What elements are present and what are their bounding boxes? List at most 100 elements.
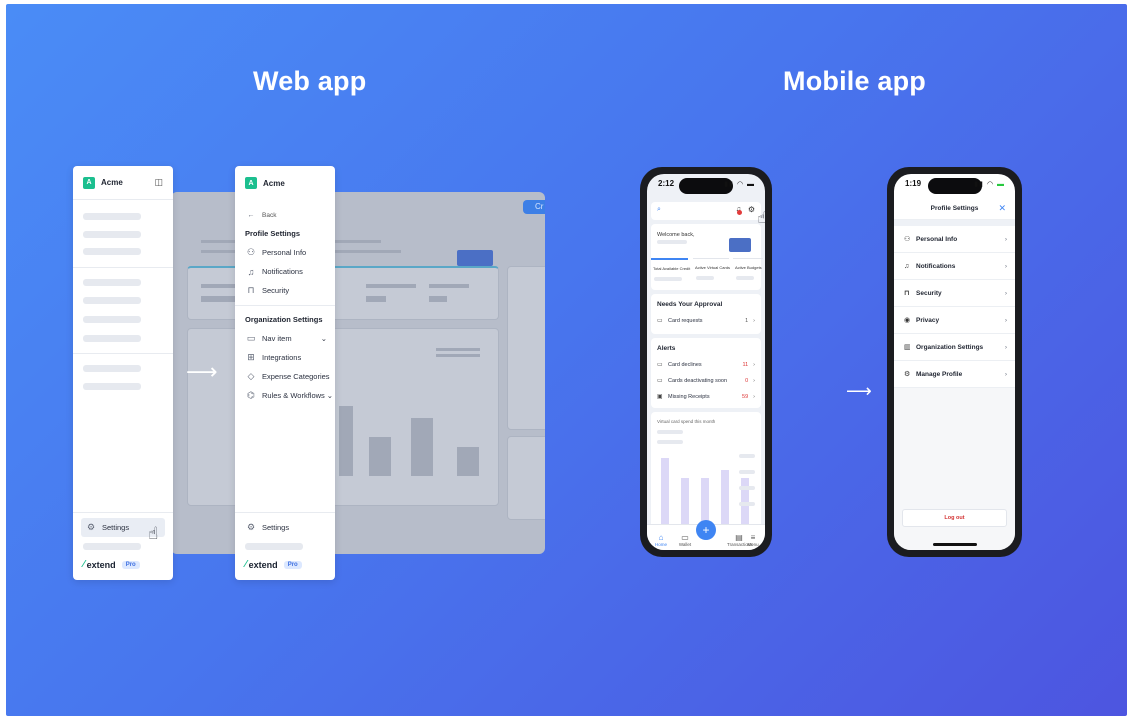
menu-icon: ≡ (750, 533, 756, 542)
settings-item-security[interactable]: ⊓ Security › (894, 280, 1015, 307)
settings-nav-item[interactable]: ⚙ Settings (235, 518, 289, 537)
person-icon: ⚇ (246, 247, 256, 257)
card-icon: ▭ (246, 333, 256, 343)
alert-row[interactable]: ▭ Cards deactivating soon 0 › (657, 377, 755, 385)
lock-icon: ⊓ (247, 285, 255, 295)
chevron-right-icon: › (753, 317, 755, 324)
chevron-down-icon: ⌄ (320, 334, 327, 343)
home-indicator (932, 543, 977, 546)
card-icon: ▭ (657, 362, 663, 368)
search-bar[interactable]: ⌕ ♫ ⚙ (651, 202, 761, 220)
dashboard-backdrop: Cr (171, 192, 545, 554)
arrow-right-icon: ⟶ (186, 359, 218, 384)
settings-panel: A Acme ← Back Profile Settings ⚇ Personal… (235, 166, 335, 580)
status-icons: ▮▮ ◠ ▬ (724, 181, 755, 188)
status-time: 1:19 (905, 179, 922, 188)
settings-item-organization[interactable]: ▥ Organization Settings › (894, 334, 1015, 361)
tab-active-budgets[interactable]: Active Budgets (733, 259, 763, 270)
sidebar-panel: A Acme ◫ ⚙ Settings ⁄ extend Pro ☝ (73, 166, 173, 580)
notification-dot (737, 210, 742, 215)
brand-footer: ⁄ extend Pro (245, 559, 302, 570)
chart-title: Virtual card spend this month (657, 419, 716, 424)
plan-badge: Pro (283, 560, 302, 569)
alert-row[interactable]: ▣ Missing Receipts 59 › (657, 393, 755, 401)
home-icon: ⌂ (658, 533, 664, 542)
integrations-icon: ⊞ (247, 352, 255, 362)
card-requests-row[interactable]: ▭ Card requests 1 › (657, 317, 755, 325)
chevron-right-icon: › (753, 377, 755, 384)
plan-badge: Pro (121, 560, 140, 569)
org-header[interactable]: A Acme ◫ (73, 166, 173, 200)
building-icon: ▥ (904, 344, 911, 351)
plus-icon: + (702, 523, 710, 537)
building-illustration (457, 250, 493, 266)
org-settings-heading: Organization Settings (245, 315, 323, 324)
menu-item-notifications[interactable]: ♫ Notifications (235, 262, 335, 281)
settings-item-notifications[interactable]: ♫ Notifications › (894, 253, 1015, 280)
wallet-icon: ▭ (681, 533, 689, 542)
add-button[interactable]: + (696, 520, 716, 540)
settings-icon[interactable]: ⚙ (748, 205, 755, 214)
bell-icon: ♫ (904, 262, 910, 270)
approval-card: Needs Your Approval ▭ Card requests 1 › (651, 294, 761, 334)
promo-canvas: Web app Mobile app Cr A Acme ◫ ⚙ Setting… (6, 4, 1127, 716)
tab-active-cards[interactable]: Active Virtual Cards (693, 259, 730, 270)
receipt-icon: ▣ (657, 394, 663, 400)
status-time: 2:12 (658, 179, 675, 188)
collapse-sidebar-icon[interactable]: ◫ (154, 177, 163, 188)
status-icons: ▮▮ ◠ ▬ (974, 181, 1005, 188)
building-illustration (729, 238, 751, 252)
org-avatar: A (245, 177, 257, 189)
org-header[interactable]: A Acme (235, 166, 335, 200)
mobile-app-title: Mobile app (783, 66, 926, 96)
settings-item-manage-profile[interactable]: ⚙ Manage Profile › (894, 361, 1015, 388)
menu-item-integrations[interactable]: ⊞ Integrations (235, 348, 335, 367)
tab-total-credit[interactable]: Total Available Credit (651, 260, 690, 271)
card-icon: ▭ (657, 318, 663, 324)
chevron-down-icon: ⌄ (326, 391, 334, 400)
org-name: Acme (101, 178, 123, 187)
alert-row[interactable]: ▭ Card declines 11 › (657, 361, 755, 369)
approval-title: Needs Your Approval (657, 301, 723, 308)
chevron-right-icon: › (1004, 316, 1007, 324)
org-name: Acme (263, 178, 285, 188)
nav-home[interactable]: ⌂ Home (649, 533, 673, 547)
menu-item-expense-categories[interactable]: ◇ Expense Categories (235, 367, 335, 386)
menu-item-personal-info[interactable]: ⚇ Personal Info (235, 243, 335, 262)
settings-title: Profile Settings ✕ (894, 198, 1015, 220)
nav-wallet[interactable]: ▭ Wallet (673, 533, 697, 547)
tag-icon: ◇ (247, 371, 255, 381)
welcome-card: Welcome back, Total Available Credit Act… (651, 224, 763, 290)
brand-footer: ⁄ extend Pro (83, 559, 140, 570)
settings-item-personal-info[interactable]: ⚇ Personal Info › (894, 226, 1015, 253)
org-avatar: A (83, 176, 95, 189)
chevron-right-icon: › (1004, 235, 1007, 243)
eye-icon: ◉ (904, 317, 911, 324)
card-icon: ▭ (657, 378, 663, 384)
menu-item-nav-item[interactable]: ▭ Nav item ⌄ (235, 329, 335, 348)
web-app-title: Web app (253, 66, 367, 96)
logout-button[interactable]: Log out (902, 509, 1007, 527)
menu-item-security[interactable]: ⊓ Security (235, 281, 335, 300)
alerts-title: Alerts (657, 345, 676, 352)
gear-icon: ⚙ (904, 371, 911, 378)
chevron-right-icon: › (1004, 262, 1007, 270)
arrow-left-icon: ← (247, 212, 255, 219)
back-link[interactable]: ← Back (235, 206, 277, 225)
arrow-right-icon: ⟶ (846, 381, 872, 401)
spend-chart-card: Virtual card spend this month (651, 412, 761, 532)
chevron-right-icon: › (1004, 370, 1007, 378)
gear-icon: ⚙ (86, 522, 96, 532)
chevron-right-icon: › (753, 361, 755, 368)
profile-settings-heading: Profile Settings (245, 229, 301, 238)
menu-item-rules-workflows[interactable]: ⌬ Rules & Workflows ⌄ (235, 386, 335, 405)
extend-logo-icon: ⁄ (245, 559, 247, 570)
person-icon: ⚇ (904, 236, 911, 243)
settings-item-privacy[interactable]: ◉ Privacy › (894, 307, 1015, 334)
extend-logo-icon: ⁄ (83, 559, 85, 570)
pointer-hand-icon: ☝ (148, 524, 159, 543)
nav-menu[interactable]: ≡ Menu (741, 533, 765, 547)
lock-icon: ⊓ (904, 290, 910, 297)
close-icon[interactable]: ✕ (998, 203, 1006, 214)
create-button[interactable]: Cr (523, 200, 545, 214)
